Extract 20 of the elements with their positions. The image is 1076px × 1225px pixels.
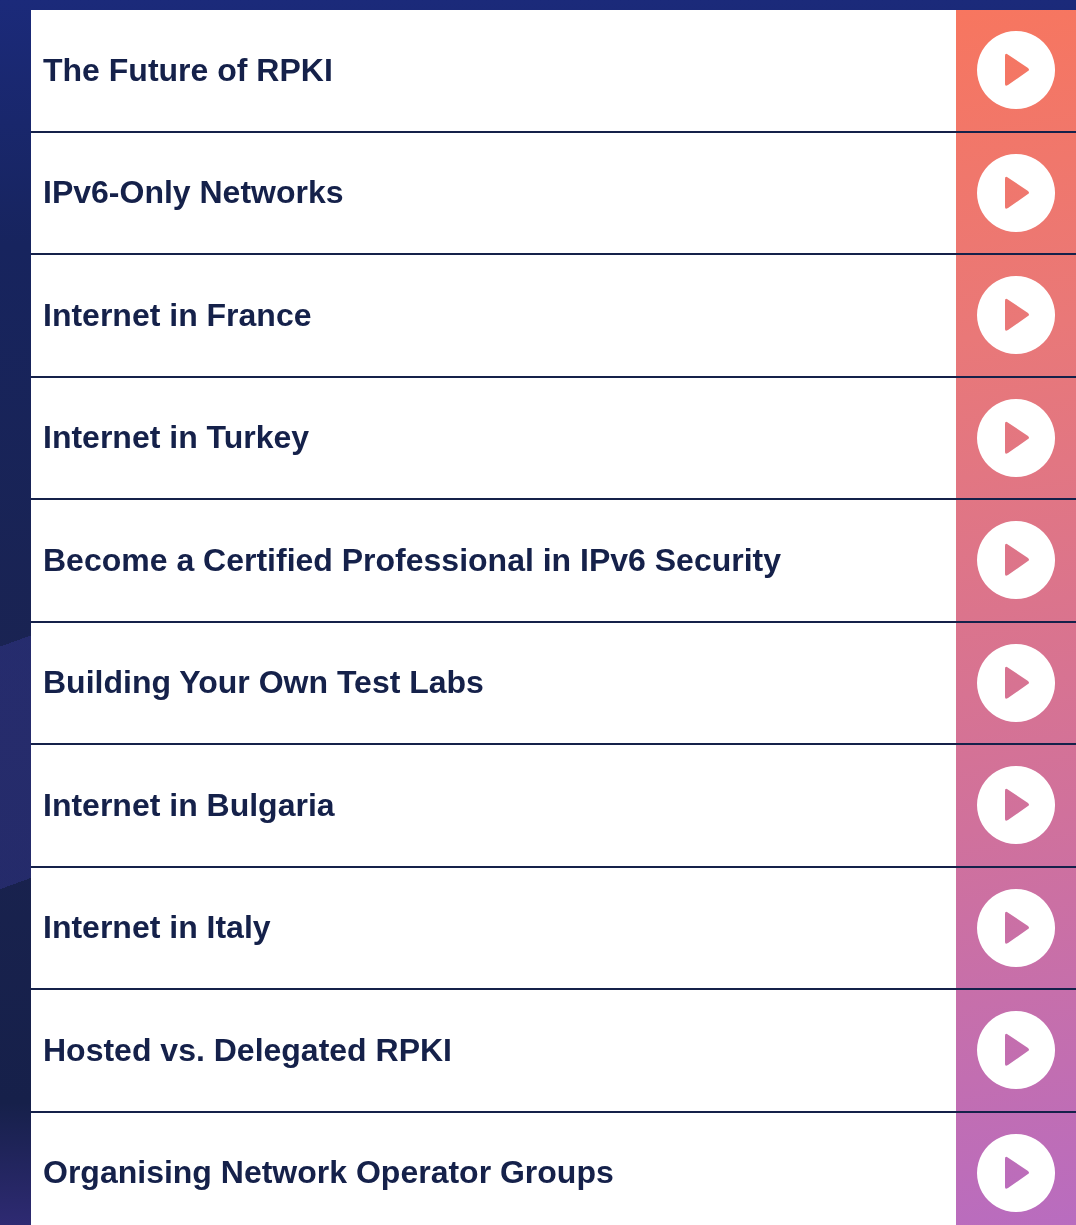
play-button[interactable] xyxy=(977,276,1055,355)
play-button[interactable] xyxy=(977,766,1055,845)
session-title[interactable]: Hosted vs. Delegated RPKI xyxy=(31,1031,956,1069)
play-button[interactable] xyxy=(977,153,1055,232)
session-title[interactable]: Internet in Turkey xyxy=(31,419,956,457)
play-button[interactable] xyxy=(977,1133,1055,1212)
session-title[interactable]: Building Your Own Test Labs xyxy=(31,664,956,702)
play-button[interactable] xyxy=(977,1011,1055,1090)
play-button[interactable] xyxy=(977,31,1055,110)
play-button[interactable] xyxy=(977,888,1055,967)
session-title[interactable]: Internet in France xyxy=(31,296,956,334)
session-title[interactable]: IPv6-Only Networks xyxy=(31,174,956,212)
play-button[interactable] xyxy=(977,521,1055,600)
session-title[interactable]: Organising Network Operator Groups xyxy=(31,1154,956,1192)
play-button[interactable] xyxy=(977,398,1055,477)
session-title[interactable]: Internet in Bulgaria xyxy=(31,786,956,824)
session-title[interactable]: Internet in Italy xyxy=(31,909,956,947)
play-button[interactable] xyxy=(977,643,1055,722)
session-title[interactable]: Become a Certified Professional in IPv6 Security xyxy=(31,541,956,579)
session-title[interactable]: The Future of RPKI xyxy=(31,51,956,89)
